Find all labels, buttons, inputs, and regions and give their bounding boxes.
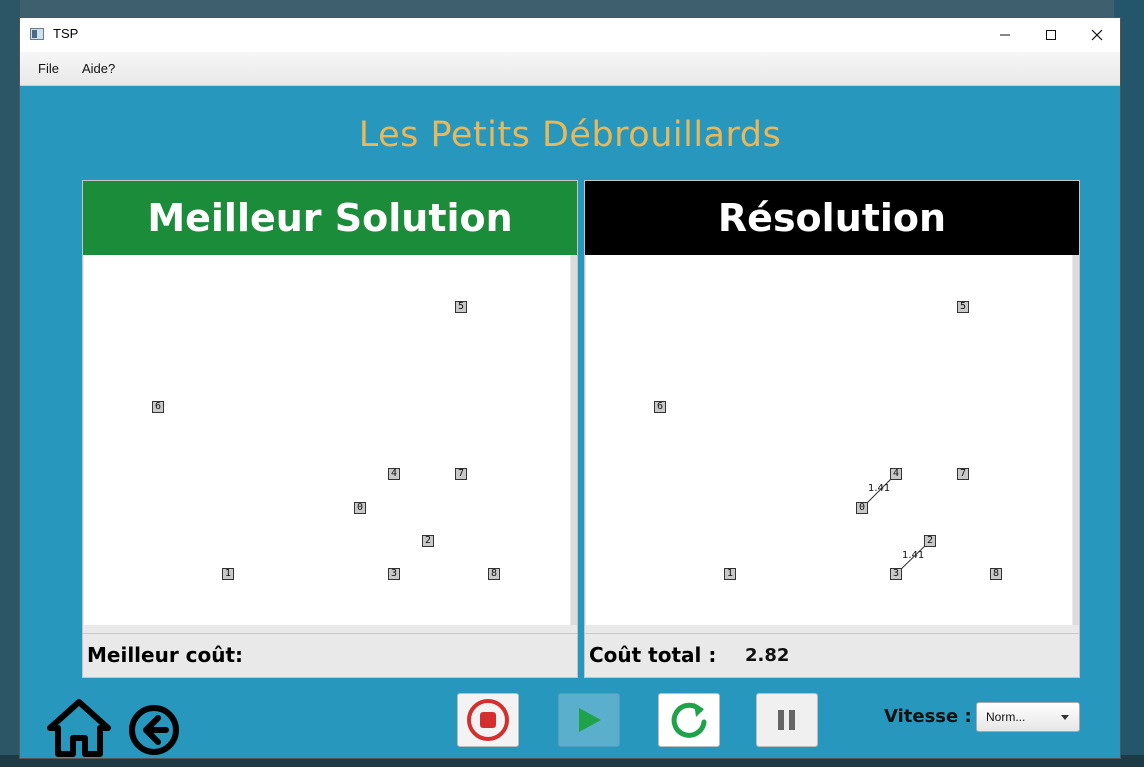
menu-bar: File Aide? — [20, 52, 1120, 86]
resolution-panel: Résolution 1.41 1.41 0 1 2 3 4 5 6 7 8 Coût total … — [584, 180, 1080, 678]
close-button[interactable] — [1074, 18, 1120, 52]
reset-button[interactable] — [658, 693, 720, 747]
play-icon — [579, 708, 601, 732]
app-title: Les Petits Débrouillards — [358, 115, 782, 155]
city-node-6: 6 — [152, 401, 164, 413]
panel-divider — [83, 633, 577, 634]
minimize-icon — [1000, 34, 1010, 36]
best-solution-panel: Meilleur Solution 0 1 2 3 4 5 6 7 8 Meilleur coû… — [82, 180, 578, 678]
city-node-8: 8 — [990, 568, 1002, 580]
title-bar: TSP — [20, 18, 1120, 52]
city-node-5: 5 — [957, 301, 969, 313]
city-node-2: 2 — [422, 535, 434, 547]
total-cost-label: Coût total : — [589, 643, 717, 667]
city-node-7: 7 — [957, 468, 969, 480]
canvas-scrollbar[interactable] — [1073, 255, 1079, 625]
city-node-3: 3 — [388, 568, 400, 580]
app-icon — [30, 28, 44, 40]
desktop-background-left — [0, 0, 20, 767]
back-arrow-icon — [129, 705, 179, 755]
panel-divider — [585, 633, 1079, 634]
chevron-down-icon — [1061, 715, 1069, 720]
city-node-2: 2 — [924, 535, 936, 547]
resolution-canvas: 1.41 1.41 0 1 2 3 4 5 6 7 8 — [586, 255, 1072, 625]
speed-select-value: Norm... — [986, 710, 1026, 724]
maximize-icon — [1046, 30, 1056, 40]
edge-cost-label: 1.41 — [902, 549, 925, 561]
city-node-1: 1 — [222, 568, 234, 580]
home-icon — [47, 699, 111, 757]
city-node-8: 8 — [488, 568, 500, 580]
best-solution-header: Meilleur Solution — [83, 181, 577, 255]
edge-cost-label: 1.41 — [868, 483, 891, 494]
city-node-0: 0 — [856, 502, 868, 514]
city-node-3: 3 — [890, 568, 902, 580]
city-node-5: 5 — [455, 301, 467, 313]
speed-select[interactable]: Norm... — [976, 702, 1080, 732]
pause-icon — [778, 710, 795, 730]
resolution-header: Résolution — [585, 181, 1079, 255]
play-button[interactable] — [558, 693, 620, 747]
best-cost-label: Meilleur coût: — [87, 643, 244, 667]
stop-button[interactable] — [457, 693, 519, 747]
city-node-7: 7 — [455, 468, 467, 480]
stop-icon — [467, 699, 509, 741]
city-node-0: 0 — [354, 502, 366, 514]
canvas-scrollbar[interactable] — [571, 255, 577, 625]
reset-icon — [671, 702, 707, 738]
back-button[interactable] — [128, 704, 180, 760]
speed-label: Vitesse : — [884, 706, 972, 727]
best-solution-canvas: 0 1 2 3 4 5 6 7 8 — [84, 255, 570, 625]
menu-file[interactable]: File — [38, 61, 59, 76]
close-icon — [1091, 29, 1103, 41]
window-title: TSP — [53, 26, 79, 41]
pause-button[interactable] — [756, 693, 818, 747]
maximize-button[interactable] — [1028, 18, 1074, 52]
desktop-background-top — [0, 0, 1144, 18]
minimize-button[interactable] — [982, 18, 1028, 52]
city-node-6: 6 — [654, 401, 666, 413]
city-node-1: 1 — [724, 568, 736, 580]
city-node-4: 4 — [388, 468, 400, 480]
menu-aide[interactable]: Aide? — [82, 61, 115, 76]
home-button[interactable] — [46, 698, 112, 762]
city-node-4: 4 — [890, 468, 902, 480]
app-window: TSP File Aide? Les Petits Débrouillards … — [20, 18, 1120, 758]
total-cost-value: 2.82 — [745, 645, 790, 666]
